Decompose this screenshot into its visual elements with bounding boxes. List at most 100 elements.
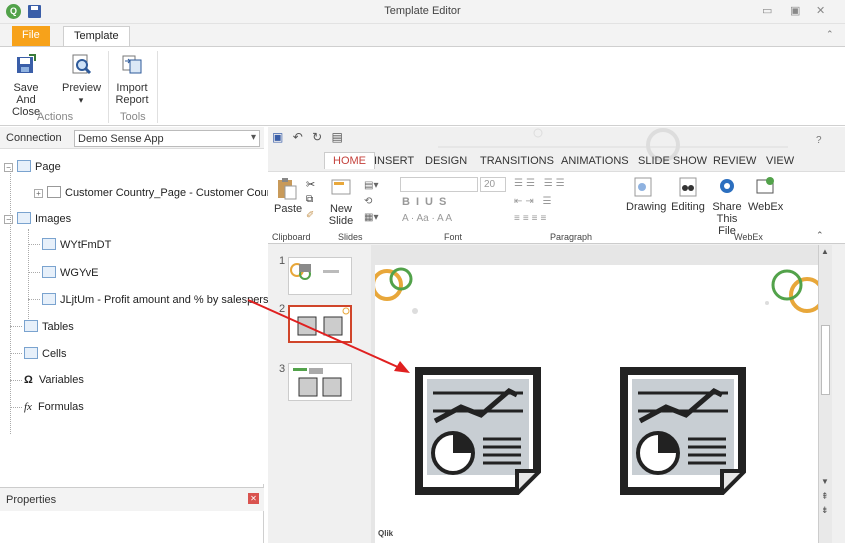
new-slide-button[interactable]: New Slide bbox=[326, 176, 356, 227]
tree-line bbox=[10, 326, 22, 327]
collapse-ppt-ribbon-icon[interactable]: ⌃ bbox=[816, 230, 824, 241]
tree-line bbox=[28, 244, 40, 245]
ppt-save-icon[interactable]: ▣ bbox=[272, 130, 283, 144]
close-icon[interactable]: ✕ bbox=[816, 4, 825, 17]
font-size-select[interactable]: 20 bbox=[480, 177, 506, 192]
section-icon[interactable]: ▦▾ bbox=[364, 212, 378, 223]
preview-dropdown-icon[interactable]: ▾ bbox=[62, 94, 100, 106]
slide-2-preview bbox=[297, 307, 350, 336]
ppt-tab-insert[interactable]: INSERT bbox=[374, 155, 414, 167]
slide-vertical-scrollbar[interactable]: ▲ ▼ ⇞ ⇟ bbox=[818, 245, 832, 543]
import-report-label: Import Report bbox=[115, 82, 149, 106]
reset-icon[interactable]: ⟲ bbox=[364, 196, 372, 207]
left-pane: Connection Demo Sense App − Page + Custome… bbox=[0, 127, 285, 543]
ppt-tab-animations[interactable]: ANIMATIONS bbox=[561, 155, 629, 167]
indent-buttons[interactable]: ⇤⇥ ☰ bbox=[514, 196, 555, 207]
group-label-slides: Slides bbox=[338, 232, 363, 242]
scroll-up-icon[interactable]: ▲ bbox=[821, 247, 829, 256]
ppt-tab-home[interactable]: HOME bbox=[324, 152, 375, 169]
collapse-icon[interactable]: − bbox=[4, 163, 13, 172]
connection-label: Connection bbox=[6, 132, 62, 144]
help-icon[interactable]: ? bbox=[816, 135, 822, 146]
tree-node-label: JLjtUm - Profit amount and % by salesper… bbox=[60, 294, 281, 306]
share-this-file-button[interactable]: Share This File bbox=[712, 176, 742, 237]
copy-icon[interactable]: ⧉ bbox=[306, 194, 313, 205]
tree-node-image-jljtum[interactable]: JLjtUm - Profit amount and % by salesper… bbox=[42, 293, 281, 306]
scrollbar-thumb[interactable] bbox=[821, 325, 830, 395]
tree-node-images[interactable]: − Images bbox=[4, 212, 71, 225]
webex-button[interactable]: WebEx bbox=[748, 176, 784, 213]
preview-button[interactable]: Preview ▾ bbox=[62, 53, 101, 106]
slideshow-icon[interactable]: ▤ bbox=[332, 130, 343, 144]
webex-icon bbox=[756, 177, 774, 194]
bullet-buttons[interactable]: ☰☰ ☰☰ bbox=[514, 178, 568, 189]
font-style-buttons[interactable]: BIUS bbox=[402, 196, 452, 208]
tree-node-image-wgyve[interactable]: WGYvE bbox=[42, 266, 99, 279]
import-report-button[interactable]: Import Report bbox=[114, 53, 150, 106]
properties-label: Properties bbox=[6, 494, 57, 506]
drawing-button[interactable]: Drawing bbox=[626, 176, 667, 213]
tab-file[interactable]: File bbox=[12, 26, 50, 46]
paste-button[interactable]: Paste bbox=[274, 176, 302, 215]
tree-node-page[interactable]: − Page bbox=[4, 160, 61, 173]
connection-select[interactable]: Demo Sense App bbox=[74, 130, 260, 147]
minimize-icon[interactable]: ▭ bbox=[762, 4, 772, 17]
slide-thumbnails: 1 2 3 bbox=[268, 245, 371, 543]
image-icon bbox=[42, 238, 56, 250]
close-properties-icon[interactable]: ✕ bbox=[248, 493, 259, 504]
slide-number: 1 bbox=[279, 255, 286, 267]
font-family-select[interactable] bbox=[400, 177, 478, 192]
expand-icon[interactable]: + bbox=[34, 189, 43, 198]
slide-thumbnail-3[interactable] bbox=[288, 363, 352, 401]
tree-node-cells[interactable]: Cells bbox=[24, 347, 66, 360]
tree-line bbox=[10, 169, 11, 434]
ppt-tab-review[interactable]: REVIEW bbox=[713, 155, 756, 167]
slide-3-preview bbox=[293, 368, 342, 397]
properties-panel-header: Properties ✕ bbox=[0, 487, 264, 511]
tab-template[interactable]: Template bbox=[63, 26, 130, 46]
next-slide-icon[interactable]: ⇟ bbox=[821, 505, 829, 516]
group-label-webex: WebEx bbox=[734, 232, 763, 242]
tree-node-variables[interactable]: Ω Variables bbox=[24, 374, 84, 386]
tree-line bbox=[28, 299, 40, 300]
tree-node-image-wytfmdt[interactable]: WYtFmDT bbox=[42, 238, 111, 251]
ppt-tab-transitions[interactable]: TRANSITIONS bbox=[480, 155, 554, 167]
align-buttons[interactable]: ≡≡≡≡ bbox=[514, 213, 549, 224]
group-label-clipboard: Clipboard bbox=[272, 232, 311, 242]
collapse-icon[interactable]: − bbox=[4, 215, 13, 224]
drawing-label: Drawing bbox=[626, 201, 667, 213]
webex-label: WebEx bbox=[748, 201, 784, 213]
group-separator bbox=[108, 51, 109, 123]
ppt-tab-design[interactable]: DESIGN bbox=[425, 155, 467, 167]
tree-node-tables[interactable]: Tables bbox=[24, 320, 74, 333]
quick-access-toolbar: ▣ ↶ ↻ ▤ bbox=[272, 130, 343, 144]
layout-icon[interactable]: ▤▾ bbox=[364, 180, 378, 191]
tree-line bbox=[10, 353, 22, 354]
tree-node-formulas[interactable]: fx Formulas bbox=[24, 401, 84, 413]
slide-canvas[interactable]: Qlik bbox=[371, 265, 825, 543]
cut-icon[interactable]: ✂ bbox=[306, 178, 315, 191]
powerpoint-editor: ▣ ↶ ↻ ▤ ? HOME INSERT DESIGN TRANSITIONS… bbox=[268, 127, 845, 543]
previous-slide-icon[interactable]: ⇞ bbox=[821, 491, 829, 502]
slide-thumbnail-1[interactable] bbox=[288, 257, 352, 295]
editing-button[interactable]: Editing bbox=[670, 176, 706, 213]
cells-icon bbox=[24, 347, 38, 359]
tree-node-label: Formulas bbox=[37, 401, 84, 413]
ppt-tab-view[interactable]: VIEW bbox=[766, 155, 794, 167]
title-bar: Q Template Editor ▭ ▣ ✕ bbox=[0, 0, 845, 24]
scroll-down-icon[interactable]: ▼ bbox=[821, 477, 829, 486]
font-color-buttons[interactable]: A · Aa · A A bbox=[402, 213, 452, 224]
tree-line bbox=[28, 229, 29, 319]
fx-icon: fx bbox=[24, 401, 32, 413]
maximize-icon[interactable]: ▣ bbox=[790, 4, 800, 17]
ppt-tab-slide-show[interactable]: SLIDE SHOW bbox=[638, 155, 707, 167]
save-and-close-button[interactable]: Save And Close bbox=[4, 53, 48, 118]
image-icon bbox=[42, 293, 56, 305]
redo-icon[interactable]: ↻ bbox=[312, 130, 322, 144]
undo-icon[interactable]: ↶ bbox=[293, 130, 303, 144]
report-document-icon bbox=[415, 367, 541, 495]
collapse-ribbon-icon[interactable]: ⌃ bbox=[826, 29, 834, 40]
format-painter-icon[interactable]: ✐ bbox=[306, 210, 314, 221]
tree-node-customer-country[interactable]: + Customer Country_Page - Customer Countr… bbox=[34, 186, 285, 199]
slide-thumbnail-2[interactable] bbox=[288, 305, 352, 343]
